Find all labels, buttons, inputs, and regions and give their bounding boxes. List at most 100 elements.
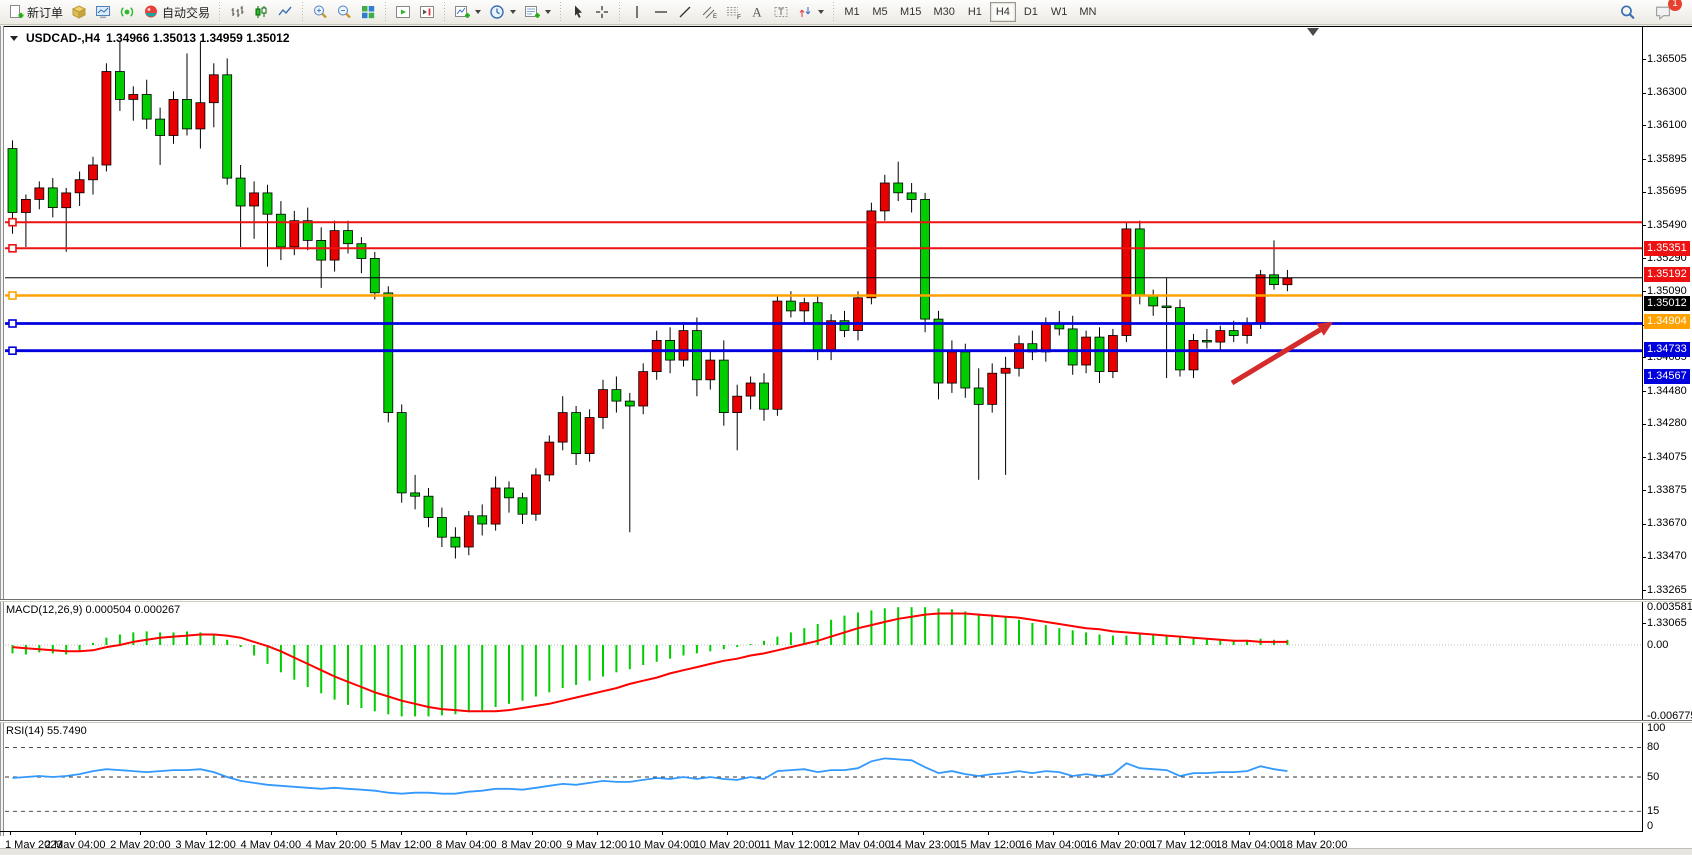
channel-button[interactable]: E [697, 1, 721, 23]
timeframe-button-m5[interactable]: M5 [867, 2, 893, 22]
tile-windows-button[interactable] [356, 1, 380, 23]
price-tick-mark [1642, 357, 1646, 358]
hline-price-badge: 1.35351 [1644, 241, 1690, 256]
zoom-in-button[interactable] [308, 1, 332, 23]
fibonacci-button[interactable]: F [721, 1, 745, 23]
period-clock-icon [489, 4, 505, 20]
rsi-axis-label: 80 [1647, 741, 1659, 753]
hline-price-badge: 1.34904 [1644, 314, 1690, 329]
timeframe-button-w1[interactable]: W1 [1046, 2, 1073, 22]
time-tick-mark [727, 831, 728, 835]
signals-button[interactable] [115, 1, 139, 23]
autotrade-button[interactable]: 自动交易 [139, 1, 214, 23]
timeframe-button-m1[interactable]: M1 [839, 2, 865, 22]
price-tick-label: 1.33670 [1647, 517, 1687, 529]
chart-shift-button[interactable] [415, 1, 439, 23]
zoom-out-icon [336, 4, 352, 20]
rsi-canvas[interactable] [5, 723, 1642, 831]
time-tick-mark [401, 831, 402, 835]
new-order-button[interactable]: 新订单 [4, 1, 67, 23]
price-tick-label: 1.36100 [1647, 119, 1687, 131]
dropdown-arrow-icon [545, 10, 551, 14]
period-button[interactable] [485, 1, 520, 23]
search-icon [1619, 4, 1636, 21]
indicators-button[interactable] [450, 1, 485, 23]
label-icon: T [773, 4, 789, 20]
horizontal-line-button[interactable] [649, 1, 673, 23]
tile-windows-icon [360, 4, 376, 20]
timeframe-button-m15[interactable]: M15 [895, 2, 926, 22]
chart-shift-icon [419, 4, 435, 20]
price-tick-mark [1642, 192, 1646, 193]
price-tick-label: 1.35895 [1647, 153, 1687, 165]
rsi-axis-label: 100 [1647, 722, 1665, 734]
current-price-badge: 1.35012 [1644, 296, 1690, 311]
timeframe-button-h4[interactable]: H4 [990, 2, 1016, 22]
macd-axis-label: -0.006775 [1647, 710, 1692, 722]
time-tick-mark [597, 831, 598, 835]
time-tick-mark [75, 831, 76, 835]
notifications-button[interactable]: 1 [1650, 1, 1676, 23]
crosshair-button[interactable] [590, 1, 614, 23]
bar-chart-button[interactable] [225, 1, 249, 23]
timeframe-toolbar: M1M5M15M30H1H4D1W1MN [839, 2, 1101, 22]
timeframe-button-m30[interactable]: M30 [928, 2, 959, 22]
notification-badge: 1 [1668, 0, 1682, 11]
market-watch-button[interactable] [91, 1, 115, 23]
zoom-out-button[interactable] [332, 1, 356, 23]
chart-window: USDCAD-,H4 1.34966 1.35013 1.34959 1.350… [0, 26, 1692, 848]
price-tick-mark [1642, 623, 1646, 624]
time-tick-mark [1314, 831, 1315, 835]
price-tick-mark [1642, 258, 1646, 259]
hline-price-badge: 1.34733 [1644, 342, 1690, 357]
shapes-button[interactable] [793, 1, 828, 23]
dropdown-arrow-icon [510, 10, 516, 14]
label-button[interactable]: T [769, 1, 793, 23]
toolbar-separator [617, 2, 622, 22]
timeframe-button-mn[interactable]: MN [1074, 2, 1101, 22]
trendline-button[interactable] [673, 1, 697, 23]
horizontal-line-icon [653, 4, 669, 20]
time-tick-mark [988, 831, 989, 835]
price-tick-mark [1642, 125, 1646, 126]
line-chart-button[interactable] [273, 1, 297, 23]
auto-scroll-button[interactable] [391, 1, 415, 23]
search-button[interactable] [1615, 1, 1640, 23]
toolbar-separator [831, 2, 836, 22]
history-center-button[interactable] [67, 1, 91, 23]
toolbar-separator [383, 2, 388, 22]
hline-price-badge: 1.34567 [1644, 369, 1690, 384]
trendline-icon [677, 4, 693, 20]
timeframe-button-d1[interactable]: D1 [1018, 2, 1044, 22]
price-tick-label: 1.34480 [1647, 385, 1687, 397]
signal-icon [119, 4, 135, 20]
toolbar-right: 1 [1615, 1, 1688, 23]
price-tick-label: 1.33265 [1647, 584, 1687, 596]
time-tick-mark [858, 831, 859, 835]
timeframe-button-h1[interactable]: H1 [962, 2, 988, 22]
template-button[interactable] [520, 1, 555, 23]
time-tick-mark [466, 831, 467, 835]
crosshair-icon [594, 4, 610, 20]
price-tick-mark [1642, 490, 1646, 491]
fibonacci-icon: F [725, 4, 741, 20]
rsi-axis-label: 15 [1647, 805, 1659, 817]
cursor-button[interactable] [566, 1, 590, 23]
svg-text:F: F [737, 14, 741, 20]
cube-icon [71, 4, 87, 20]
price-tick-label: 1.33065 [1647, 617, 1687, 629]
time-tick-mark [1184, 831, 1185, 835]
price-tick-mark [1642, 159, 1646, 160]
vertical-line-icon [629, 4, 645, 20]
price-tick-label: 1.36300 [1647, 86, 1687, 98]
macd-canvas[interactable] [5, 602, 1642, 720]
macd-axis-label: 0.003581 [1647, 601, 1692, 613]
toolbar-separator [217, 2, 222, 22]
mt4-terminal: 新订单 自动交易 [0, 0, 1692, 855]
candlestick-button[interactable] [249, 1, 273, 23]
main-chart-canvas[interactable] [5, 26, 1642, 599]
text-button[interactable]: A [745, 1, 769, 23]
price-tick-mark [1642, 557, 1646, 558]
price-tick-label: 1.35490 [1647, 219, 1687, 231]
vertical-line-button[interactable] [625, 1, 649, 23]
